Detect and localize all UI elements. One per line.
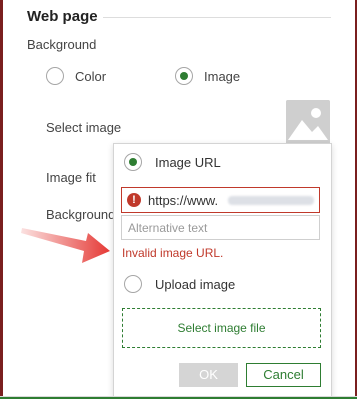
url-error-message: Invalid image URL. <box>122 246 224 260</box>
section-title: Web page <box>27 8 98 25</box>
cancel-button[interactable]: Cancel <box>246 363 321 387</box>
image-url-label[interactable]: Image URL <box>155 155 221 170</box>
select-image-file-button[interactable]: Select image file <box>122 308 321 348</box>
alt-text-input[interactable] <box>122 216 319 239</box>
image-source-popup <box>113 143 332 397</box>
section-divider <box>103 17 331 18</box>
select-image-label: Select image <box>46 120 122 135</box>
image-radio-label[interactable]: Image <box>204 69 240 84</box>
upload-image-radio[interactable] <box>124 275 142 293</box>
background-label: Background <box>27 37 97 52</box>
error-icon: ! <box>127 193 141 207</box>
ok-button[interactable]: OK <box>179 363 238 387</box>
alt-text-field[interactable] <box>121 215 320 240</box>
image-fit-label: Image fit <box>46 170 96 185</box>
image-icon[interactable] <box>286 100 330 144</box>
upload-image-label[interactable]: Upload image <box>155 277 235 292</box>
image-url-value: https://www. <box>148 193 219 208</box>
color-radio-label[interactable]: Color <box>75 69 106 84</box>
panel-left-border <box>0 0 3 399</box>
redacted-url-part <box>228 196 314 205</box>
background-size-label: Background <box>46 207 116 222</box>
image-url-input[interactable]: ! https://www. <box>121 187 320 213</box>
image-url-radio[interactable] <box>124 153 142 171</box>
color-radio[interactable] <box>46 67 64 85</box>
image-radio[interactable] <box>175 67 193 85</box>
